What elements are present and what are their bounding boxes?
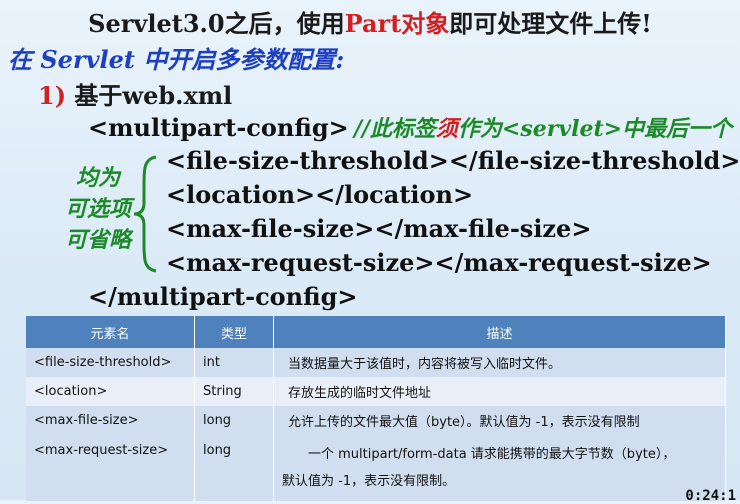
video-timestamp: 0:24:1	[685, 488, 736, 504]
cell-type: long	[194, 435, 274, 501]
header-description: 描述	[273, 316, 726, 348]
table-row: <file-size-threshold> int 当数据量大于该值时，内容将被…	[26, 348, 726, 377]
cell-name: <file-size-threshold>	[26, 348, 195, 377]
title-part1: Servlet3.0之后，使用	[88, 9, 345, 38]
cell-desc: 存放生成的临时文件地址	[273, 377, 726, 406]
table-row: <max-request-size> long 一个 multipart/for…	[26, 435, 726, 501]
cell-type: String	[194, 377, 274, 406]
code-line-4: <max-request-size></max-request-size>	[166, 248, 712, 277]
code-close-tag: </multipart-config>	[88, 282, 358, 311]
cell-type: int	[194, 348, 274, 377]
cell-desc: 允许上传的文件最大值（byte）。默认值为 -1，表示没有限制	[273, 406, 726, 435]
cell-type: long	[194, 406, 274, 435]
code-line-2: <location></location>	[166, 180, 474, 209]
title-part2: 即可处理文件上传!	[449, 9, 652, 38]
code-comment: //此标签须作为<servlet>中最后一个	[353, 116, 733, 142]
curly-brace	[133, 155, 157, 273]
cell-name: <max-request-size>	[26, 435, 195, 501]
table-header-row: 元素名 类型 描述	[26, 316, 726, 348]
code-open-tag: <multipart-config>	[88, 113, 349, 142]
cell-desc-line-1: 一个 multipart/form-data 请求能携带的最大字节数（byte）…	[308, 447, 676, 462]
header-element-name: 元素名	[26, 316, 195, 348]
title-highlight: Part对象	[344, 9, 450, 38]
cell-name: <max-file-size>	[26, 406, 195, 435]
cell-desc: 当数据量大于该值时，内容将被写入临时文件。	[273, 348, 726, 377]
header-type: 类型	[194, 316, 274, 348]
list-item-number: 1)	[38, 81, 67, 110]
list-item-text: 基于web.xml	[66, 81, 233, 110]
list-item-1: 1) 基于web.xml	[38, 76, 232, 111]
code-line-1: <file-size-threshold></file-size-thresho…	[166, 146, 740, 175]
table-row: <max-file-size> long 允许上传的文件最大值（byte）。默认…	[26, 406, 726, 435]
slide-title: Servlet3.0之后，使用Part对象即可处理文件上传!	[0, 4, 740, 39]
cell-name: <location>	[26, 377, 195, 406]
slide-subtitle: 在 Servlet 中开启多参数配置:	[8, 45, 345, 74]
config-table: 元素名 类型 描述 <file-size-threshold> int 当数据量…	[26, 316, 726, 501]
code-line-3: <max-file-size></max-file-size>	[166, 214, 592, 243]
code-open-line: <multipart-config> //此标签须作为<servlet>中最后一…	[88, 111, 732, 143]
cell-desc-line-2: 默认值为 -1，表示没有限制。	[282, 474, 456, 489]
cell-desc: 一个 multipart/form-data 请求能携带的最大字节数（byte）…	[273, 435, 726, 501]
table-row: <location> String 存放生成的临时文件地址	[26, 377, 726, 406]
